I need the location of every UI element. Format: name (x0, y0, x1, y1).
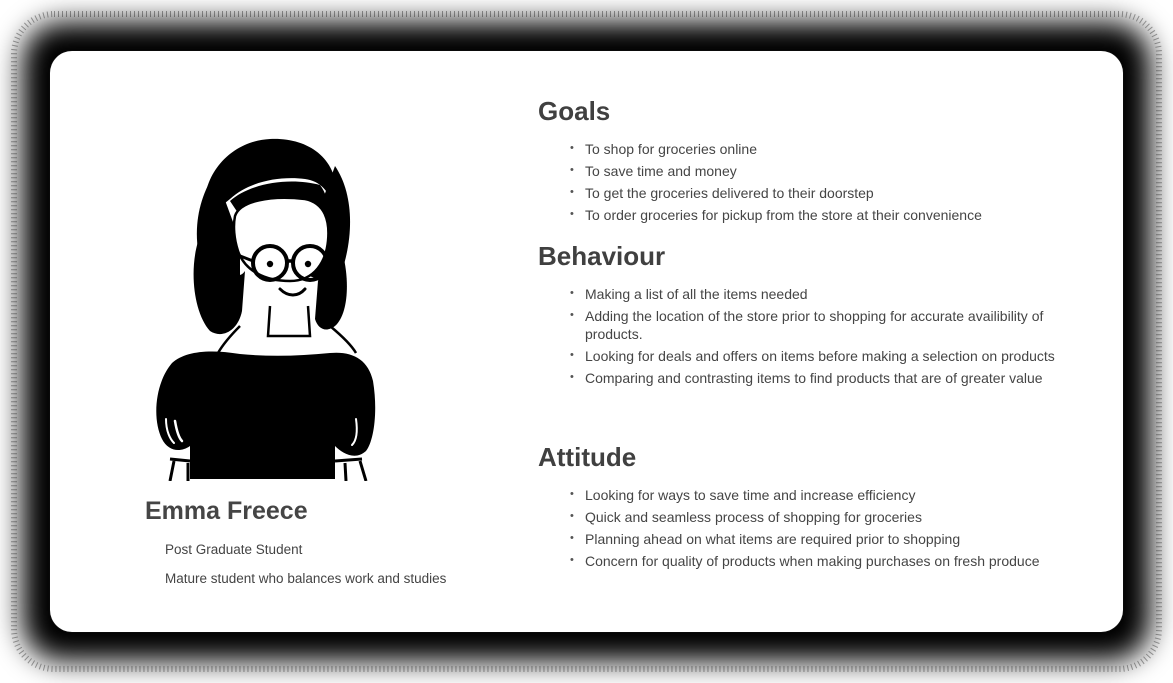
list-item: Making a list of all the items needed (570, 284, 1060, 303)
list-item: Planning ahead on what items are require… (570, 529, 1060, 548)
persona-role: Post Graduate Student (165, 542, 303, 557)
persona-description: Mature student who balances work and stu… (165, 571, 447, 586)
persona-name: Emma Freece (145, 497, 308, 525)
list-item: Concern for quality of products when mak… (570, 551, 1060, 570)
list-item: Quick and seamless process of shopping f… (570, 507, 1060, 526)
list-item: Looking for ways to save time and increa… (570, 485, 1060, 504)
list-item: Looking for deals and offers on items be… (570, 346, 1060, 365)
list-item: To order groceries for pickup from the s… (570, 205, 1060, 224)
woman-with-glasses-illustration (156, 138, 376, 481)
attitude-heading: Attitude (538, 442, 637, 472)
list-item: To shop for groceries online (570, 139, 1060, 158)
attitude-list: Looking for ways to save time and increa… (570, 485, 1060, 574)
behaviour-heading: Behaviour (538, 241, 666, 271)
behaviour-list: Making a list of all the items needed Ad… (570, 284, 1060, 391)
list-item: To get the groceries delivered to their … (570, 183, 1060, 202)
list-item: Comparing and contrasting items to find … (570, 368, 1060, 387)
goals-list: To shop for groceries online To save tim… (570, 139, 1060, 228)
persona-card: Emma Freece Post Graduate Student Mature… (50, 51, 1123, 632)
list-item: Adding the location of the store prior t… (570, 306, 1060, 343)
list-item: To save time and money (570, 161, 1060, 180)
goals-heading: Goals (538, 96, 611, 126)
